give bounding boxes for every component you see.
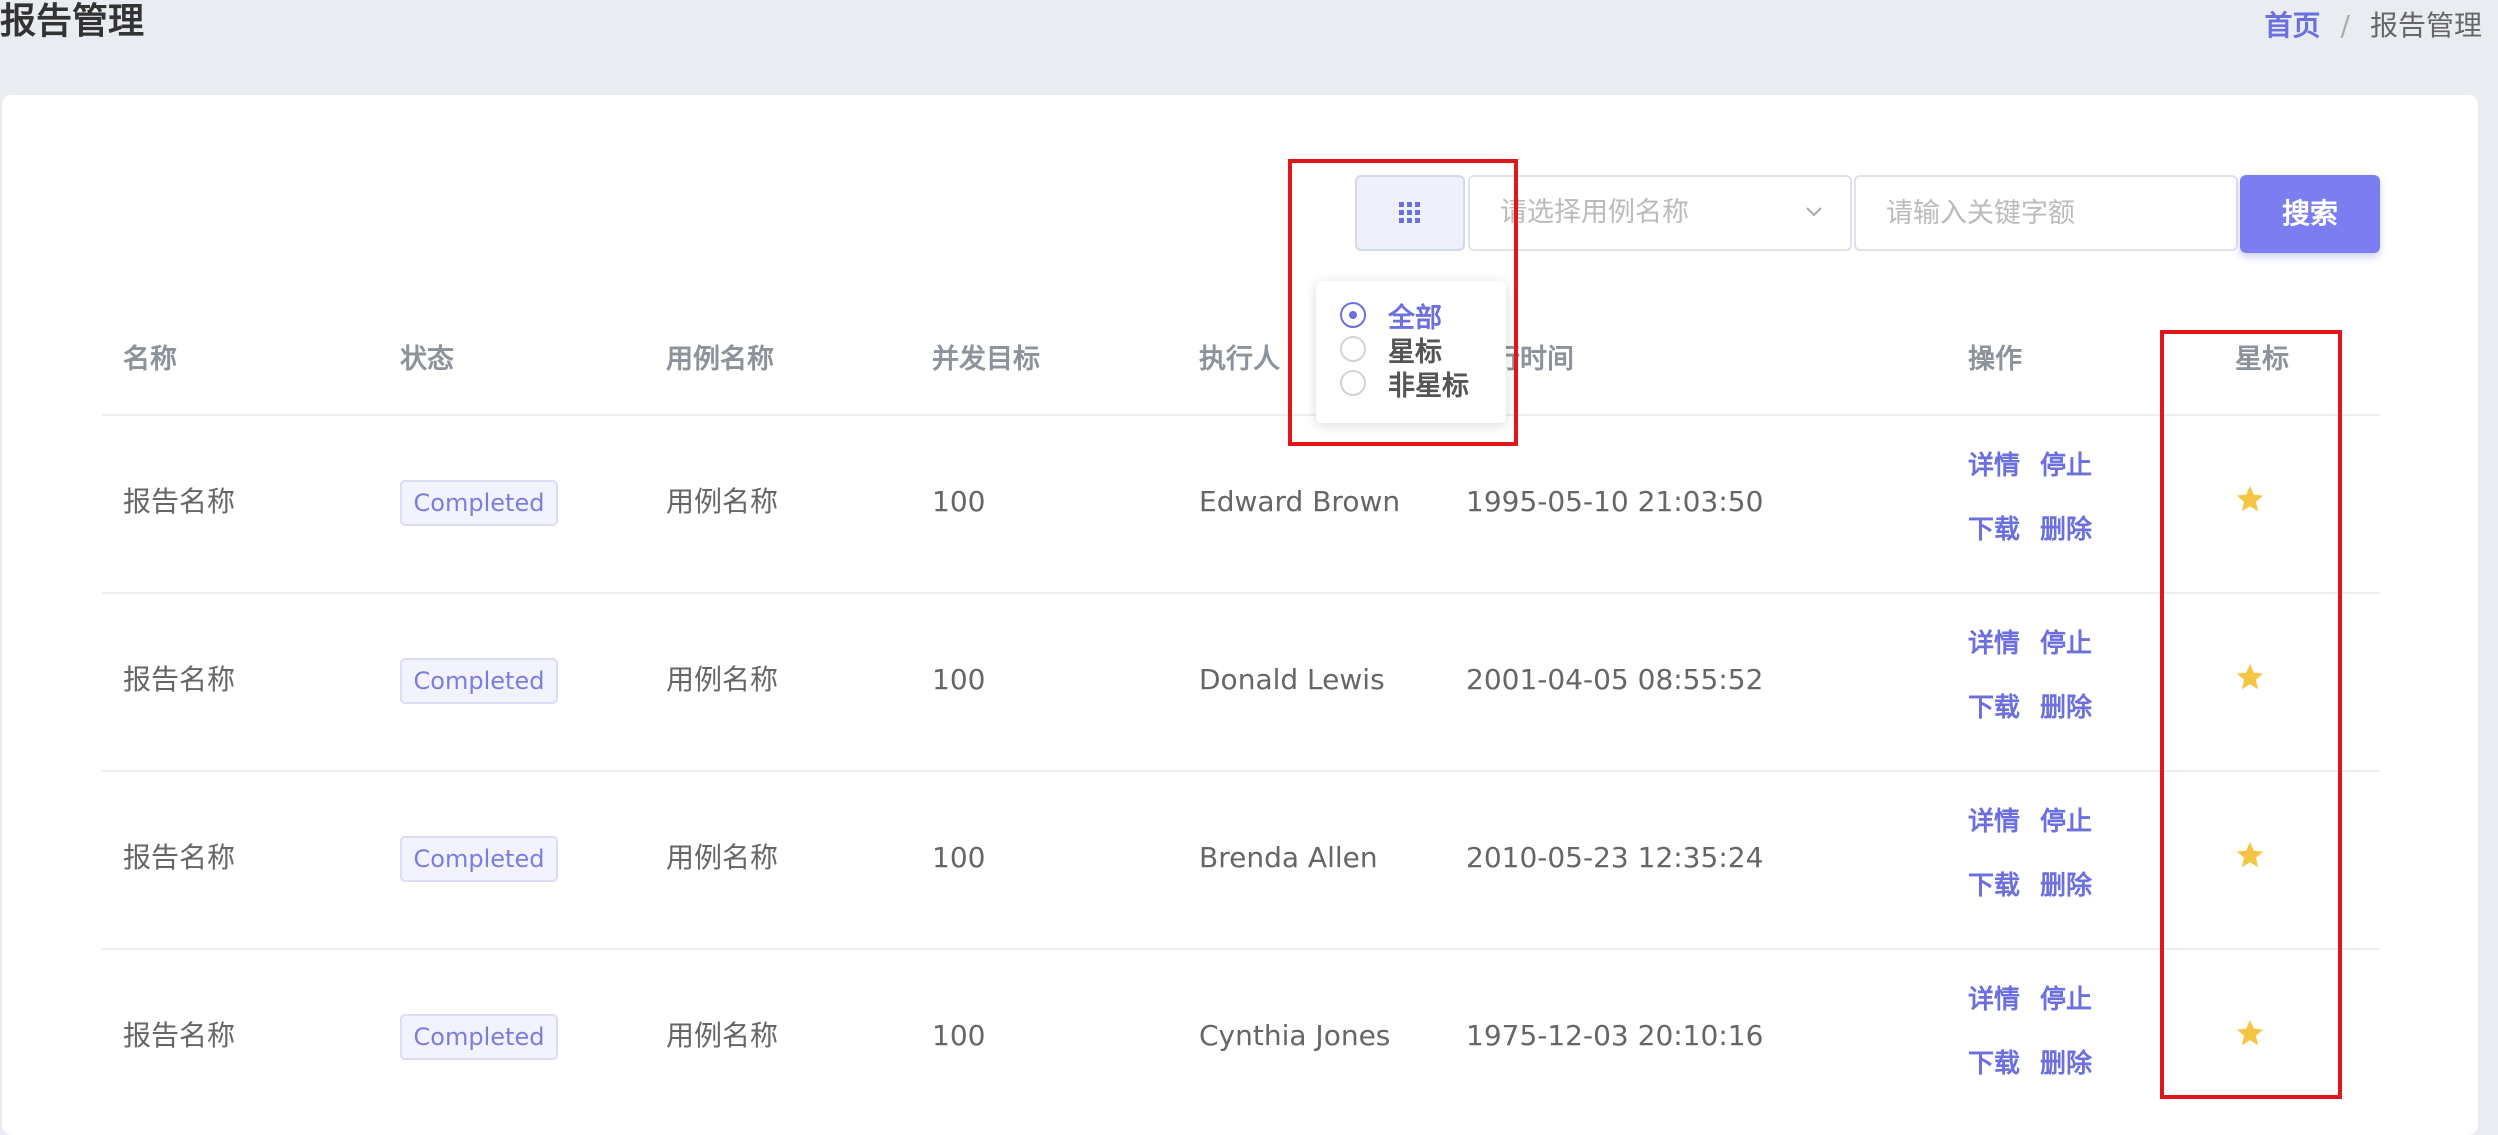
download-link[interactable]: 下载 [1968,690,2020,726]
executor-cell: Donald Lewis [1199,663,1385,696]
case-name-select-placeholder: 请选择用例名称 [1500,197,1689,228]
row-divider [102,948,2380,950]
breadcrumb: 首页 / 报告管理 [2265,6,2482,46]
report-name-cell: 报告名称 [123,1019,236,1052]
breadcrumb-separator: / [2340,9,2350,42]
detail-link[interactable]: 详情 [1968,982,2020,1018]
page-title: 报告管理 [0,1,145,42]
chevron-down-icon [1806,207,1822,217]
stop-link[interactable]: 停止 [2040,982,2092,1018]
delete-link[interactable]: 删除 [2040,690,2092,726]
exec-time-cell: 1975-12-03 20:10:16 [1466,1019,1764,1052]
status-badge: Completed [400,836,558,882]
case-name-cell: 用例名称 [666,841,779,874]
detail-link[interactable]: 详情 [1968,626,2020,662]
keyword-input[interactable] [1854,175,2238,251]
executor-cell: Cynthia Jones [1199,1019,1391,1052]
breadcrumb-current: 报告管理 [2369,9,2482,42]
delete-link[interactable]: 删除 [2040,512,2092,548]
executor-cell: Edward Brown [1199,485,1401,518]
exec-time-cell: 1995-05-10 21:03:50 [1466,485,1764,518]
status-badge: Completed [400,658,558,704]
status-badge: Completed [400,1014,558,1060]
highlight-box-filter [1288,159,1518,446]
header-divider [102,414,2380,416]
column-header-case-name: 用例名称 [666,344,774,375]
report-name-cell: 报告名称 [123,663,236,696]
download-link[interactable]: 下载 [1968,1046,2020,1082]
concurrency-target-cell: 100 [932,485,986,518]
report-name-cell: 报告名称 [123,485,236,518]
concurrency-target-cell: 100 [932,663,986,696]
detail-link[interactable]: 详情 [1968,804,2020,840]
search-button[interactable]: 搜索 [2240,175,2380,253]
status-badge: Completed [400,480,558,526]
column-header-executor: 执行人 [1199,344,1280,375]
download-link[interactable]: 下载 [1968,868,2020,904]
concurrency-target-cell: 100 [932,1019,986,1052]
breadcrumb-home-link[interactable]: 首页 [2265,9,2321,42]
executor-cell: Brenda Allen [1199,841,1378,874]
delete-link[interactable]: 删除 [2040,868,2092,904]
concurrency-target-cell: 100 [932,841,986,874]
row-divider [102,770,2380,772]
column-header-name: 名称 [123,344,177,375]
delete-link[interactable]: 删除 [2040,1046,2092,1082]
page-header: 报告管理 首页 / 报告管理 [0,0,2498,90]
highlight-box-star-column [2160,330,2342,1099]
stop-link[interactable]: 停止 [2040,448,2092,484]
case-name-cell: 用例名称 [666,663,779,696]
report-name-cell: 报告名称 [123,841,236,874]
column-header-concurrency-target: 并发目标 [932,344,1040,375]
exec-time-cell: 2010-05-23 12:35:24 [1466,841,1764,874]
detail-link[interactable]: 详情 [1968,448,2020,484]
case-name-select[interactable]: 请选择用例名称 [1468,175,1852,251]
row-divider [102,592,2380,594]
case-name-cell: 用例名称 [666,1019,779,1052]
exec-time-cell: 2001-04-05 08:55:52 [1466,663,1764,696]
report-card: 请选择用例名称 搜索 名称 状态 用例名称 并发目标 执行人 执行时间 操作 星… [2,95,2478,1135]
column-header-operations: 操作 [1968,344,2022,375]
stop-link[interactable]: 停止 [2040,626,2092,662]
column-header-status: 状态 [400,344,454,375]
stop-link[interactable]: 停止 [2040,804,2092,840]
case-name-cell: 用例名称 [666,485,779,518]
download-link[interactable]: 下载 [1968,512,2020,548]
